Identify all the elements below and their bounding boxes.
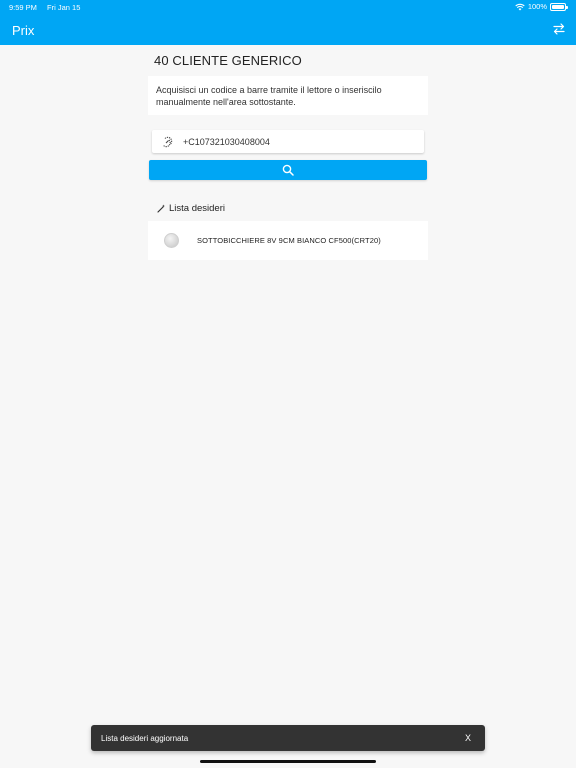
home-indicator [200, 760, 376, 763]
switch-button[interactable] [552, 22, 566, 36]
arrows-swap-icon [553, 23, 565, 35]
wishlist-title: Lista desideri [169, 203, 225, 214]
app-title: Prix [12, 23, 35, 38]
search-button[interactable] [149, 160, 427, 180]
wishlist-item[interactable]: SOTTOBICCHIERE 8V 9CM BIANCO CF500(CRT20… [148, 221, 428, 260]
wifi-icon [515, 3, 525, 10]
status-left: 9:59 PM Fri Jan 15 [9, 3, 88, 12]
snackbar-close-button[interactable]: X [461, 733, 475, 743]
status-date: Fri Jan 15 [47, 3, 81, 12]
wishlist-header: Lista desideri [157, 203, 225, 214]
customer-title: 40 CLIENTE GENERICO [154, 53, 302, 68]
search-icon [282, 164, 294, 176]
status-right: 100% [515, 2, 568, 11]
battery-percent: 100% [527, 2, 547, 11]
product-thumbnail [164, 233, 179, 248]
barcode-scanner-icon[interactable] [152, 136, 182, 148]
barcode-input[interactable] [182, 136, 412, 147]
hint-text: Acquisisci un codice a barre tramite il … [156, 85, 382, 107]
barcode-field[interactable] [152, 130, 424, 153]
status-time: 9:59 PM [9, 3, 37, 12]
hint-card: Acquisisci un codice a barre tramite il … [148, 76, 428, 115]
battery-icon [550, 2, 568, 11]
battery-fill [552, 4, 564, 9]
snackbar-message: Lista desideri aggiornata [101, 733, 189, 743]
status-bar: 9:59 PM Fri Jan 15 100% [0, 0, 576, 14]
app-bar: 9:59 PM Fri Jan 15 100% Prix [0, 0, 576, 45]
snackbar: Lista desideri aggiornata X [91, 725, 485, 751]
product-name: SOTTOBICCHIERE 8V 9CM BIANCO CF500(CRT20… [197, 236, 381, 245]
magic-wand-icon [157, 204, 165, 213]
